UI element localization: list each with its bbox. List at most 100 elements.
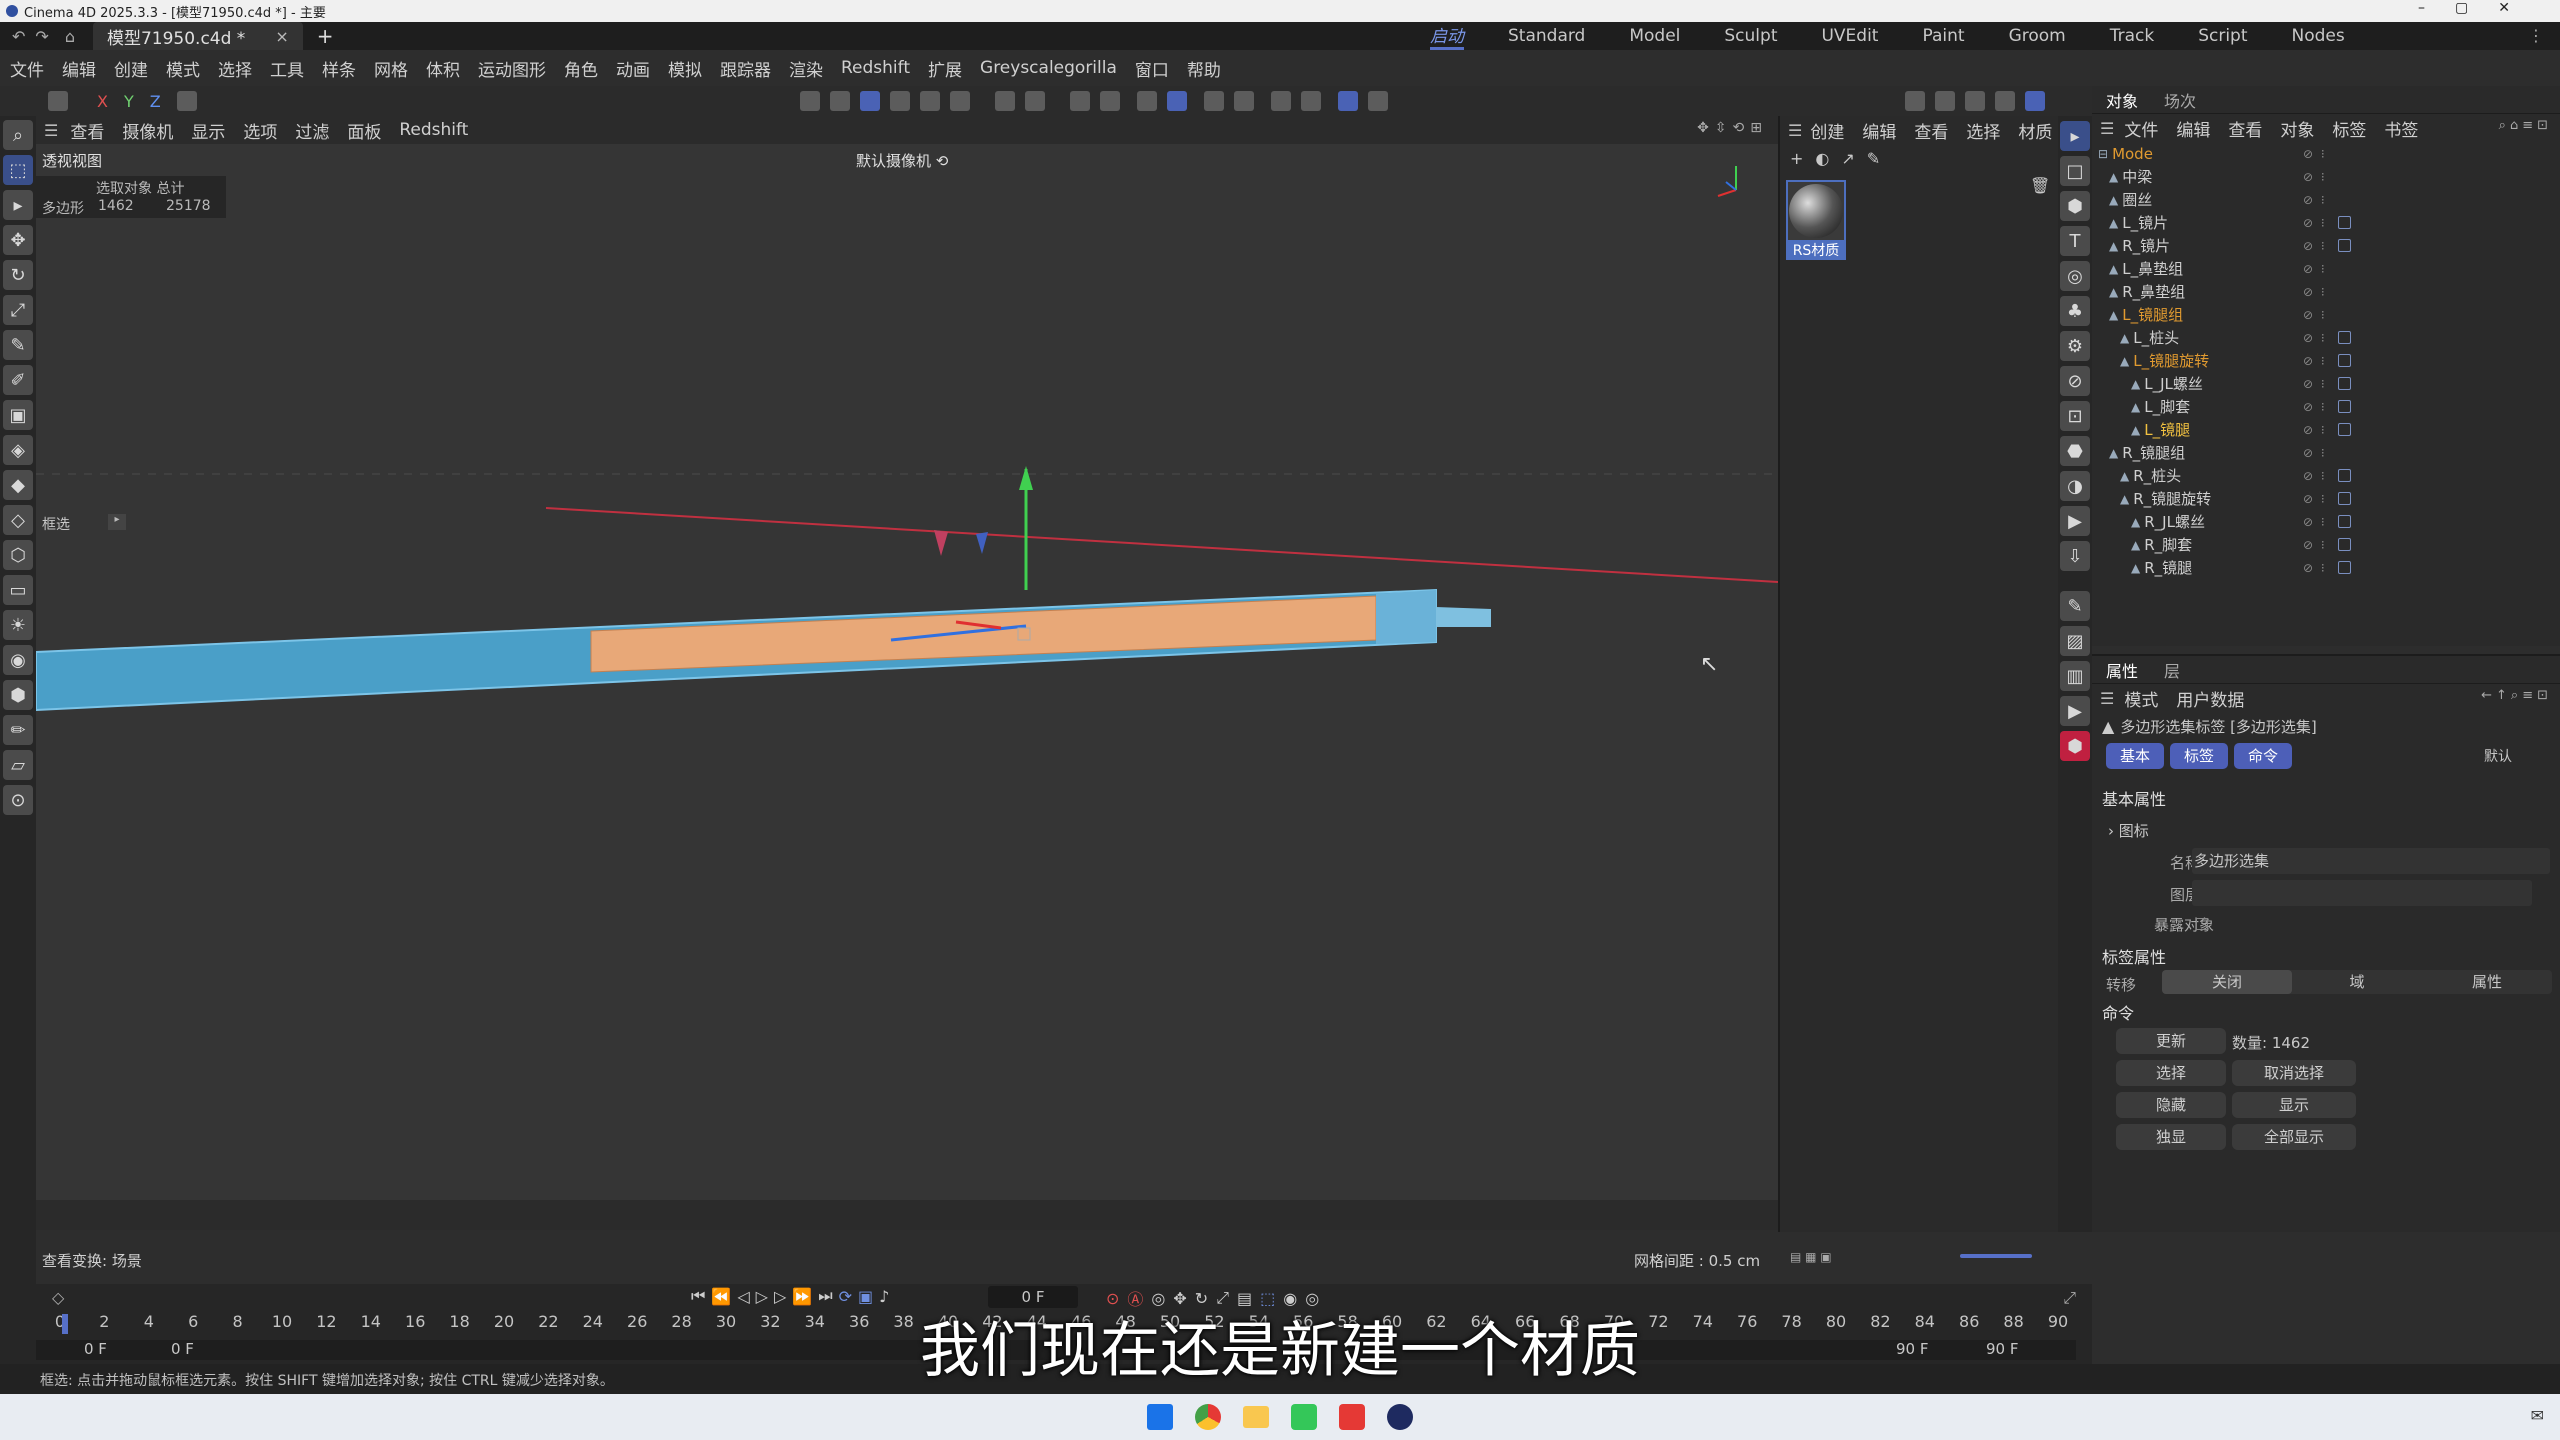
material-menu-item-4[interactable]: 材质 bbox=[2018, 118, 2052, 143]
material-menu-item-1[interactable]: 编辑 bbox=[1862, 118, 1896, 143]
undo-icon[interactable]: ↶ bbox=[12, 27, 25, 46]
select-tool-icon[interactable]: ⬚ bbox=[3, 155, 33, 185]
floor-icon[interactable]: ▱ bbox=[3, 750, 33, 780]
object-row[interactable]: ▲ L_桩头 ⊘ ⁝ bbox=[2098, 326, 2560, 349]
visibility-dots[interactable]: ⊘ ⁝ bbox=[2303, 423, 2327, 437]
object-row[interactable]: ▲ R_脚套 ⊘ ⁝ bbox=[2098, 533, 2560, 556]
viewport-menu-item-6[interactable]: Redshift bbox=[399, 120, 468, 140]
menu-item-18[interactable]: 窗口 bbox=[1135, 56, 1169, 81]
layout-tab-3[interactable]: Sculpt bbox=[1724, 26, 1777, 46]
edit-material-icon[interactable]: ✎ bbox=[1867, 149, 1880, 168]
render-icon[interactable]: ▶ bbox=[2060, 696, 2090, 726]
search-icon[interactable]: ⌕ bbox=[3, 120, 33, 150]
camera-icon[interactable]: ▭ bbox=[3, 575, 33, 605]
layout-tab-5[interactable]: Paint bbox=[1922, 26, 1964, 46]
magnet-icon[interactable] bbox=[1070, 91, 1090, 111]
light-icon[interactable]: ☀ bbox=[3, 610, 33, 640]
viewport-hamburger-icon[interactable]: ☰ bbox=[44, 121, 58, 140]
tag-icon[interactable] bbox=[2338, 400, 2351, 413]
render-picture-viewer-icon[interactable] bbox=[1905, 91, 1925, 111]
edit-render-icon[interactable]: ✎ bbox=[2060, 591, 2090, 621]
snap-settings-icon[interactable] bbox=[1025, 91, 1045, 111]
cube-primitive-icon[interactable]: ▣ bbox=[3, 400, 33, 430]
object-row[interactable]: ▲ R_镜片 ⊘ ⁝ bbox=[2098, 234, 2560, 257]
object-tab-0[interactable]: 对象 bbox=[2106, 88, 2138, 112]
file-explorer-icon[interactable] bbox=[1243, 1406, 1269, 1428]
visibility-dots[interactable]: ⊘ ⁝ bbox=[2303, 262, 2327, 276]
convert-off[interactable]: 关闭 bbox=[2162, 970, 2292, 994]
visibility-dots[interactable]: ⊘ ⁝ bbox=[2303, 377, 2327, 391]
home-icon[interactable]: ⌂ bbox=[65, 27, 75, 46]
tag-icon[interactable] bbox=[2338, 423, 2351, 436]
axis-z-lock[interactable]: Z bbox=[150, 92, 161, 111]
menu-item-7[interactable]: 网格 bbox=[374, 56, 408, 81]
layout-tab-1[interactable]: Standard bbox=[1508, 26, 1585, 46]
object-row[interactable]: ▲ L_镜腿 ⊘ ⁝ bbox=[2098, 418, 2560, 441]
menu-item-0[interactable]: 文件 bbox=[10, 56, 44, 81]
menu-item-19[interactable]: 帮助 bbox=[1187, 56, 1221, 81]
tag-icon[interactable] bbox=[2338, 331, 2351, 344]
preset-dropdown[interactable]: 默认 bbox=[2484, 746, 2512, 766]
object-tab-1[interactable]: 场次 bbox=[2164, 88, 2196, 112]
axis-y-lock[interactable]: Y bbox=[124, 92, 134, 111]
attribute-tab-1[interactable]: 层 bbox=[2164, 658, 2180, 682]
text-icon[interactable]: T bbox=[2060, 226, 2090, 256]
object-menu-item-5[interactable]: 书签 bbox=[2384, 116, 2418, 141]
visibility-dots[interactable]: ⊘ ⁝ bbox=[2303, 170, 2327, 184]
scale-tool-icon[interactable]: ⤢ bbox=[3, 295, 33, 325]
deselect-button[interactable]: 取消选择 bbox=[2232, 1060, 2356, 1086]
axis-icon[interactable] bbox=[995, 91, 1015, 111]
gear-icon[interactable]: ⚙ bbox=[2060, 331, 2090, 361]
temple-end[interactable] bbox=[1436, 607, 1491, 627]
object-menu-item-2[interactable]: 查看 bbox=[2228, 116, 2262, 141]
convert-attr[interactable]: 属性 bbox=[2422, 970, 2552, 994]
object-tools-icons[interactable]: ⌕⌂≡⊡ bbox=[2499, 118, 2552, 133]
visibility-dots[interactable]: ⊘ ⁝ bbox=[2303, 446, 2327, 460]
menu-item-8[interactable]: 体积 bbox=[426, 56, 460, 81]
environment-icon[interactable]: ◑ bbox=[2060, 471, 2090, 501]
object-menu-item-3[interactable]: 对象 bbox=[2280, 116, 2314, 141]
material-view-icons[interactable]: ▤ ▦ ▣ bbox=[1790, 1250, 1832, 1264]
tag-icon[interactable] bbox=[2338, 492, 2351, 505]
camera-name[interactable]: 默认摄像机 ⟲ bbox=[856, 150, 948, 171]
visibility-dots[interactable]: ⊘ ⁝ bbox=[2303, 538, 2327, 552]
light-object-icon[interactable]: ◎ bbox=[2060, 261, 2090, 291]
command-tab-button[interactable]: 命令 bbox=[2234, 743, 2293, 769]
volume-icon[interactable]: ⬡ bbox=[3, 540, 33, 570]
layout-tab-0[interactable]: 启动 bbox=[1430, 22, 1464, 50]
object-row[interactable]: ▲ 中梁 ⊘ ⁝ bbox=[2098, 165, 2560, 188]
basic-tab-button[interactable]: 基本 bbox=[2106, 743, 2165, 769]
y-arrow-icon[interactable] bbox=[1019, 466, 1033, 490]
viewport-menu-item-4[interactable]: 过滤 bbox=[295, 118, 329, 143]
visibility-dots[interactable]: ⊘ ⁝ bbox=[2303, 469, 2327, 483]
menu-item-10[interactable]: 角色 bbox=[564, 56, 598, 81]
tag-icon[interactable] bbox=[2338, 561, 2351, 574]
tool-expand-icon[interactable]: ▸ bbox=[108, 514, 126, 530]
render-settings-side-icon[interactable]: ▥ bbox=[2060, 661, 2090, 691]
viewport-menu-item-2[interactable]: 显示 bbox=[191, 118, 225, 143]
layout-tab-8[interactable]: Script bbox=[2198, 26, 2247, 46]
menu-item-16[interactable]: 扩展 bbox=[928, 56, 962, 81]
menu-item-17[interactable]: Greyscalegorilla bbox=[980, 58, 1117, 78]
visibility-dots[interactable]: ⊘ ⁝ bbox=[2303, 147, 2327, 161]
menu-item-14[interactable]: 渲染 bbox=[789, 56, 823, 81]
notification-icon[interactable]: ✉ bbox=[2531, 1406, 2544, 1425]
uv-mode-icon[interactable] bbox=[890, 91, 910, 111]
field-icon[interactable]: ◇ bbox=[3, 505, 33, 535]
more-icon[interactable]: ⋮ bbox=[2528, 26, 2544, 45]
material-menu-item-2[interactable]: 查看 bbox=[1914, 118, 1948, 143]
cinema4d-taskbar-icon[interactable] bbox=[1387, 1404, 1413, 1430]
viewport[interactable]: 透视视图 默认摄像机 ⟲ 选取对象 总计 多边形 1462 25178 框选 ▸… bbox=[36, 144, 1778, 1200]
temple-tip[interactable] bbox=[1376, 590, 1436, 644]
axis-x-lock[interactable]: X bbox=[97, 92, 108, 111]
render-active-icon[interactable] bbox=[1965, 91, 1985, 111]
start-icon[interactable] bbox=[1147, 1404, 1173, 1430]
material-thumbnail[interactable]: RS材质 bbox=[1786, 180, 1846, 260]
redshift-rv-icon[interactable] bbox=[2025, 91, 2045, 111]
viewport-nav-icons[interactable]: ✥⇳⟲⊞ bbox=[1697, 120, 1768, 136]
menu-item-15[interactable]: Redshift bbox=[841, 58, 910, 78]
deform-icon[interactable]: ⬣ bbox=[2060, 436, 2090, 466]
attribute-hamburger-icon[interactable]: ☰ bbox=[2100, 689, 2114, 708]
edges-mode-icon[interactable] bbox=[830, 91, 850, 111]
object-row[interactable]: ▲ R_镜腿 ⊘ ⁝ bbox=[2098, 556, 2560, 579]
